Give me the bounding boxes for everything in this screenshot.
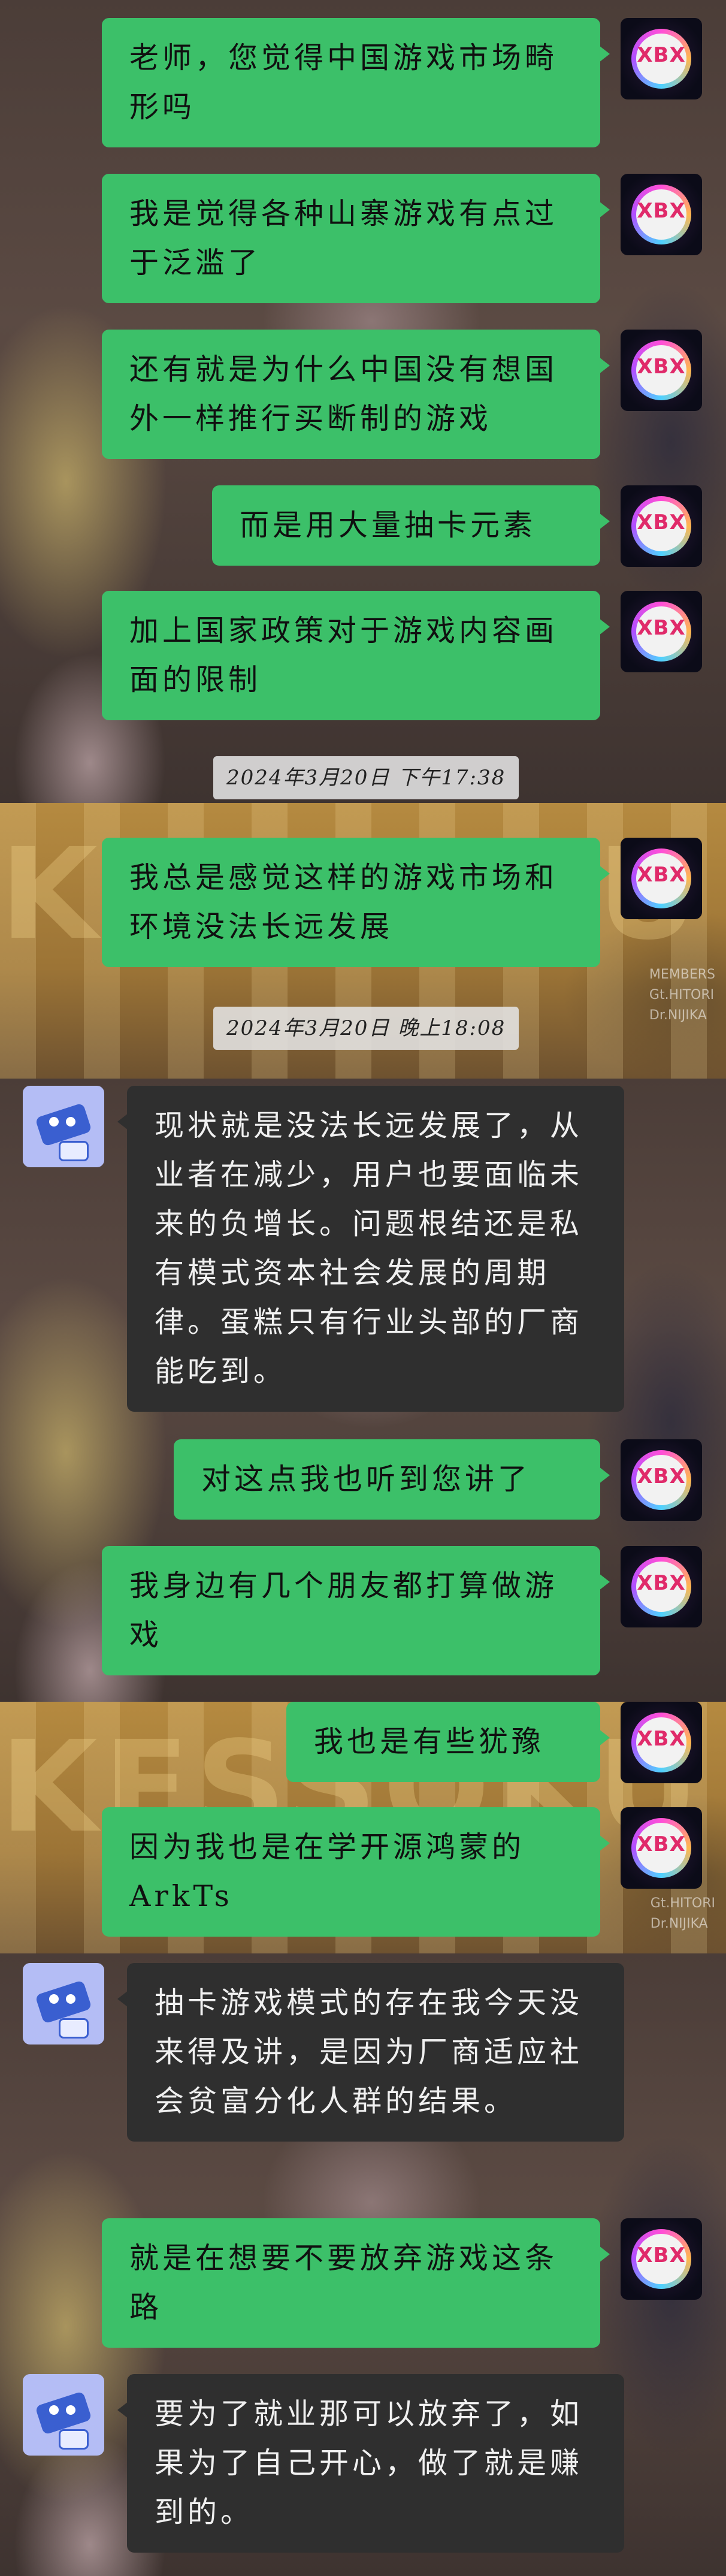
band-poster-credits: Gt.HITORI Dr.NIJIKA	[650, 1896, 715, 1931]
user-avatar[interactable]: XBX	[621, 1439, 702, 1521]
user-avatar[interactable]: XBX	[621, 330, 702, 411]
message-bubble-sent[interactable]: 对这点我也听到您讲了	[174, 1439, 610, 1520]
message-bubble-sent[interactable]: 而是用大量抽卡元素	[212, 485, 610, 566]
message-bubble-received[interactable]: 现状就是没法长远发展了，从业者在减少，用户也要面临未来的负增长。问题根结还是私有…	[117, 1086, 624, 1412]
user-avatar[interactable]: XBX	[621, 485, 702, 567]
message-bubble-sent[interactable]: 还有就是为什么中国没有想国外一样推行买断制的游戏	[102, 330, 610, 459]
message-bubble-sent[interactable]: 我身边有几个朋友都打算做游戏	[102, 1546, 610, 1675]
message-bubble-sent[interactable]: 就是在想要不要放弃游戏这条路	[102, 2218, 610, 2348]
user-avatar[interactable]: XBX	[621, 1702, 702, 1783]
message-bubble-sent[interactable]: 我也是有些犹豫	[286, 1702, 610, 1782]
contact-avatar[interactable]	[23, 1963, 104, 2045]
message-bubble-received[interactable]: 抽卡游戏模式的存在我今天没来得及讲，是因为厂商适应社会贫富分化人群的结果。	[117, 1963, 624, 2142]
robot-icon	[35, 2391, 92, 2435]
band-poster-credits: MEMBERS Gt.HITORI Dr.NIJIKA	[649, 967, 715, 1023]
user-avatar[interactable]: XBX	[621, 838, 702, 919]
message-bubble-sent[interactable]: 因为我也是在学开源鸿蒙的ArkTs	[102, 1807, 610, 1937]
message-timestamp: 2024年3月20日 晚上18:08	[213, 1007, 519, 1050]
message-bubble-sent[interactable]: 我总是感觉这样的游戏市场和环境没法长远发展	[102, 838, 610, 967]
robot-icon	[35, 1103, 92, 1147]
user-avatar[interactable]: XBX	[621, 2218, 702, 2300]
user-avatar[interactable]: XBX	[621, 591, 702, 672]
user-avatar[interactable]: XBX	[621, 174, 702, 255]
user-avatar[interactable]: XBX	[621, 18, 702, 99]
user-avatar[interactable]: XBX	[621, 1807, 702, 1889]
user-avatar[interactable]: XBX	[621, 1546, 702, 1627]
contact-avatar[interactable]	[23, 1086, 104, 1167]
robot-icon	[35, 1980, 92, 2024]
contact-avatar[interactable]	[23, 2374, 104, 2456]
message-timestamp: 2024年3月20日 下午17:38	[213, 756, 519, 799]
message-bubble-sent[interactable]: 我是觉得各种山寨游戏有点过于泛滥了	[102, 174, 610, 303]
message-bubble-sent[interactable]: 加上国家政策对于游戏内容画面的限制	[102, 591, 610, 720]
message-bubble-sent[interactable]: 老师，您觉得中国游戏市场畸形吗	[102, 18, 610, 147]
message-bubble-received[interactable]: 要为了就业那可以放弃了，如果为了自己开心，做了就是赚到的。	[117, 2374, 624, 2553]
